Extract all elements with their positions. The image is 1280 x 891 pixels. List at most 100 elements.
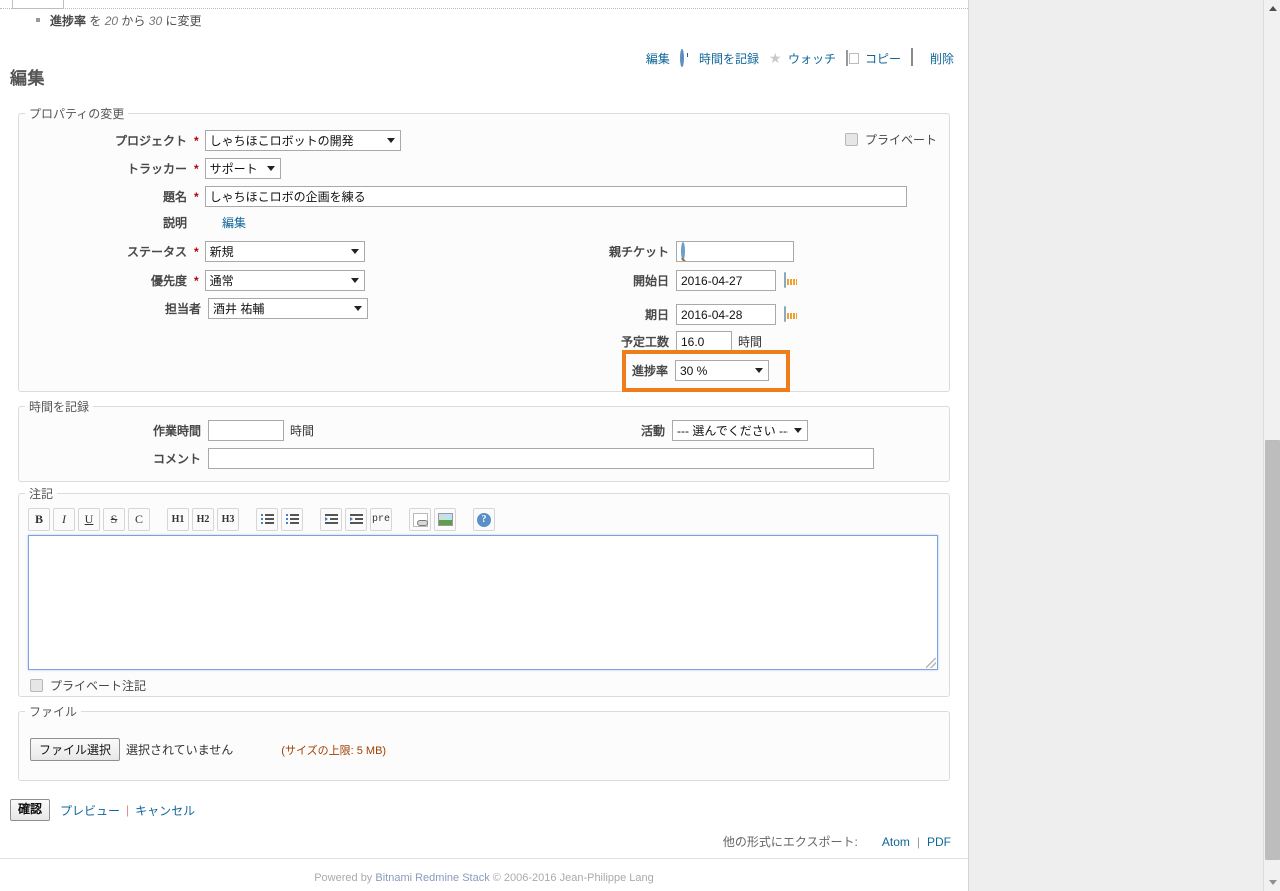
start-date-label: 開始日 (632, 274, 669, 288)
file-size-limit-note: (サイズの上限: 5 MB) (281, 744, 387, 757)
assignee-select[interactable]: 酒井 祐輔 (208, 298, 368, 319)
priority-select[interactable]: 通常 (204, 270, 365, 291)
pencil-icon (627, 51, 643, 67)
journal-suffix: に変更 (165, 14, 202, 28)
chevron-up-icon (1268, 6, 1277, 11)
activity-select-value: --- 選んでください --- (677, 424, 788, 438)
image-button[interactable] (434, 508, 456, 531)
form-actions: 確認 プレビュー | キャンセル (10, 799, 195, 821)
watch-link[interactable]: ★ ウォッチ (769, 50, 836, 67)
start-date-input-value: 2016-04-27 (681, 273, 743, 288)
tracker-select[interactable]: サポート (204, 158, 281, 179)
properties-legend: プロパティの変更 (29, 107, 125, 121)
status-select[interactable]: 新規 (204, 241, 365, 262)
atom-link[interactable]: Atom (882, 835, 910, 849)
footer-brand: Bitnami Redmine Stack (375, 872, 490, 884)
question-mark-icon: ? (477, 512, 491, 527)
trash-icon (910, 47, 927, 67)
parent-task-input[interactable] (676, 241, 794, 262)
assignee-row: 担当者 酒井 祐輔 (110, 298, 368, 319)
bullet-list-icon (260, 514, 274, 525)
progress-label: 進捗率 (631, 364, 668, 378)
start-date-input[interactable]: 2016-04-27 (676, 270, 776, 291)
scroll-down-button[interactable] (1264, 874, 1280, 891)
time-comment-row: コメント (110, 448, 874, 469)
heading3-button[interactable]: H3 (217, 508, 239, 531)
link-icon (412, 512, 428, 527)
submit-button[interactable]: 確認 (10, 799, 51, 821)
pdf-link[interactable]: PDF (927, 835, 951, 849)
copy-icon (845, 49, 862, 67)
calendar-icon[interactable] (784, 271, 800, 289)
image-icon (437, 513, 453, 526)
choose-file-button[interactable]: ファイル選択 (30, 738, 121, 761)
indent-button[interactable] (345, 508, 367, 531)
estimated-hours-input-value: 16.0 (681, 334, 705, 349)
tracker-select-value: サポート (209, 162, 258, 176)
link-button[interactable] (409, 508, 431, 531)
log-time-link[interactable]: 時間を記録 (679, 48, 759, 67)
notes-textarea[interactable] (28, 535, 938, 670)
subject-input[interactable]: しゃちほこロボの企画を練る (204, 186, 907, 207)
spent-hours-input[interactable] (208, 420, 284, 441)
heading1-button[interactable]: H1 (167, 508, 189, 531)
bold-button[interactable]: B (28, 508, 50, 531)
scrollbar-thumb[interactable] (1265, 440, 1280, 860)
edit-link[interactable]: 編集 (627, 50, 670, 67)
assignee-label: 担当者 (164, 302, 201, 316)
estimated-hours-row: 予定工数 16.0 時間 (560, 331, 762, 352)
numbered-list-icon (285, 514, 299, 525)
private-note-checkbox[interactable] (30, 679, 43, 692)
page-scrollbar[interactable] (1263, 0, 1280, 891)
code-button[interactable]: C (128, 508, 150, 531)
project-select[interactable]: しゃちほこロボットの開発 (204, 130, 401, 151)
estimated-hours-label: 予定工数 (620, 335, 669, 349)
estimated-hours-input[interactable]: 16.0 (676, 331, 732, 352)
tracker-label: トラッカー (126, 162, 187, 176)
watch-link-label: ウォッチ (787, 52, 836, 66)
unordered-list-button[interactable] (256, 508, 278, 531)
preformatted-button[interactable]: pre (370, 508, 392, 531)
due-date-input[interactable]: 2016-04-28 (676, 304, 776, 325)
progress-select[interactable]: 30 % (675, 360, 769, 381)
project-required-marker: * (194, 133, 199, 148)
activity-label: 活動 (640, 424, 665, 438)
edit-link-label: 編集 (645, 52, 670, 66)
strikethrough-button[interactable]: S (103, 508, 125, 531)
activity-select[interactable]: --- 選んでください --- (672, 420, 808, 441)
project-select-value: しゃちほこロボットの開発 (209, 134, 354, 148)
status-select-value: 新規 (209, 245, 234, 259)
contextual-toolbar: 編集 時間を記録 ★ ウォッチ コピー 削除 (621, 47, 954, 67)
italic-button[interactable]: I (53, 508, 75, 531)
file-upload-row: ファイル選択 選択されていません (サイズの上限: 5 MB) (30, 738, 386, 761)
ordered-list-button[interactable] (281, 508, 303, 531)
description-edit-link[interactable]: 編集 (222, 214, 246, 231)
calendar-icon[interactable] (784, 305, 800, 323)
due-date-input-value: 2016-04-28 (681, 307, 743, 322)
delete-link[interactable]: 削除 (910, 47, 954, 67)
resize-handle-icon[interactable] (926, 658, 936, 668)
preview-link[interactable]: プレビュー (60, 802, 120, 819)
outdent-icon (324, 514, 338, 525)
rss-icon (864, 834, 877, 850)
help-button[interactable]: ? (473, 508, 495, 531)
cancel-link[interactable]: キャンセル (135, 802, 195, 819)
underline-button[interactable]: U (78, 508, 100, 531)
status-row: ステータス * 新規 (110, 241, 365, 262)
progress-row: 進捗率 30 % (629, 360, 769, 381)
spent-hours-label: 作業時間 (152, 424, 201, 438)
parent-task-label: 親チケット (608, 245, 669, 259)
scroll-up-button[interactable] (1264, 0, 1280, 17)
time-comment-input[interactable] (208, 448, 874, 469)
copy-link[interactable]: コピー (845, 49, 901, 67)
private-checkbox[interactable] (845, 133, 858, 146)
right-blank-panel (968, 0, 1280, 891)
estimated-hours-unit: 時間 (738, 335, 763, 349)
other-formats: 他の形式にエクスポート: Atom | PDF (723, 833, 954, 850)
heading2-button[interactable]: H2 (192, 508, 214, 531)
chevron-down-icon (794, 428, 802, 433)
footer-copyright: © 2006-2016 Jean-Philippe Lang (492, 872, 654, 884)
outdent-button[interactable] (320, 508, 342, 531)
status-label: ステータス (126, 245, 187, 259)
journal-detail: 進捗率 を 20 から 30 に変更 (36, 13, 636, 29)
